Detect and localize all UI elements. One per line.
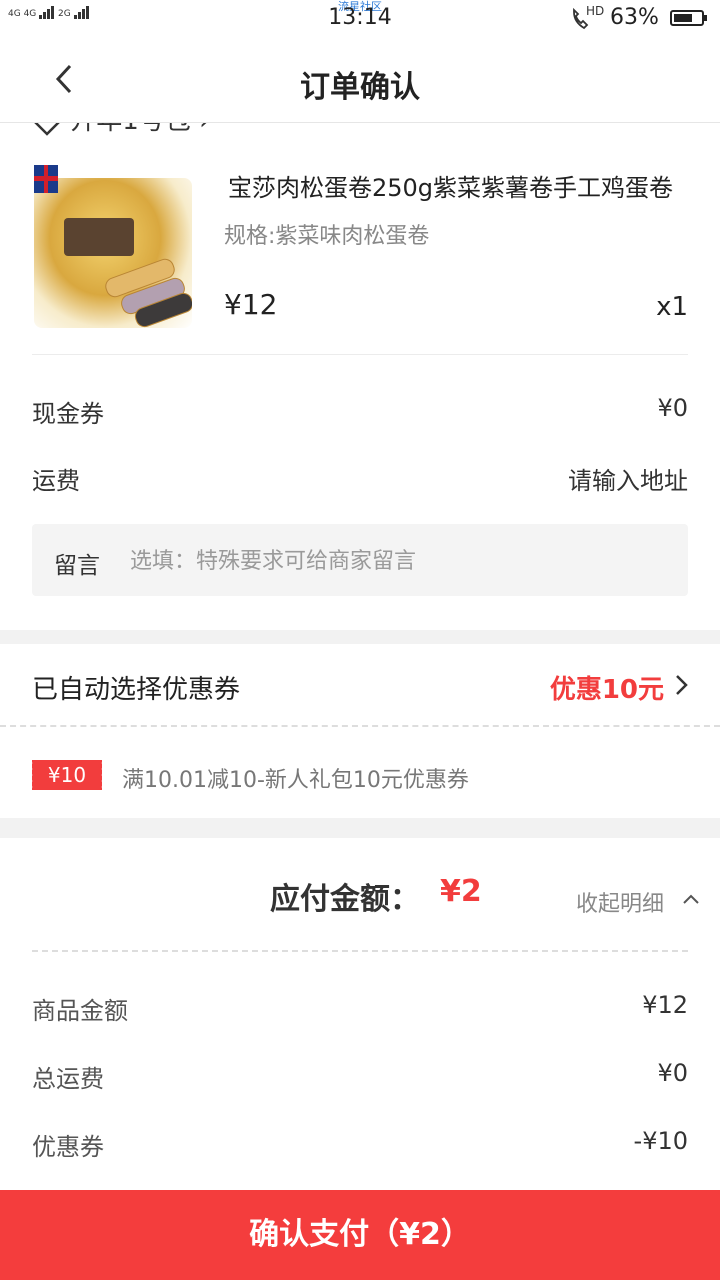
section-gap-2 bbox=[0, 818, 720, 838]
hd-label: HD bbox=[586, 4, 605, 18]
collapse-details-button[interactable]: 收起明细 bbox=[576, 886, 664, 918]
dashed-divider-2 bbox=[32, 950, 688, 952]
page-title: 订单确认 bbox=[300, 70, 420, 105]
section-gap bbox=[0, 630, 720, 644]
product-spec: 规格:紫菜味肉松蛋卷 bbox=[224, 224, 430, 249]
cash-coupon-label: 现金券 bbox=[32, 400, 104, 428]
hd-call-icon: HD bbox=[570, 4, 606, 32]
amount-due-label: 应付金额： bbox=[270, 882, 420, 917]
shipping-value[interactable]: 请输入地址 bbox=[568, 461, 688, 496]
product-image[interactable] bbox=[34, 178, 192, 328]
coupon-description: 满10.01减10-新人礼包10元优惠券 bbox=[122, 768, 469, 793]
product-price: ¥12 bbox=[224, 288, 278, 321]
coupon-label: 已自动选择优惠券 bbox=[32, 675, 241, 705]
coupon-deduction-value: -¥10 bbox=[633, 1127, 688, 1155]
message-box: 留言 bbox=[32, 524, 688, 596]
goods-amount-value: ¥12 bbox=[642, 991, 688, 1019]
chevron-up-icon[interactable] bbox=[682, 892, 700, 906]
total-shipping-value: ¥0 bbox=[657, 1059, 688, 1087]
coupon-deduction-label: 优惠券 bbox=[32, 1133, 104, 1161]
brand-flag-icon bbox=[34, 165, 58, 193]
navigation-bar: 订单确认 bbox=[0, 40, 720, 123]
divider bbox=[32, 354, 688, 355]
battery-icon bbox=[670, 10, 707, 26]
coupon-selector[interactable]: 已自动选择优惠券 优惠10元 bbox=[0, 645, 720, 725]
shipping-label: 运费 bbox=[32, 467, 80, 495]
message-label: 留言 bbox=[54, 553, 100, 579]
product-name[interactable]: 宝莎肉松蛋卷250g紫菜紫薯卷手工鸡蛋卷 bbox=[228, 168, 678, 203]
product-quantity: x1 bbox=[656, 292, 688, 322]
amount-due-value: ¥2 bbox=[440, 874, 482, 909]
chevron-right-icon bbox=[676, 675, 688, 695]
coupon-discount: 优惠10元 bbox=[549, 675, 664, 705]
goods-amount-label: 商品金额 bbox=[32, 997, 128, 1025]
status-bar: 4G 4G 2G 流星社区 13:14 HD 63% bbox=[0, 0, 720, 40]
cash-coupon-value[interactable]: ¥0 bbox=[657, 394, 688, 422]
battery-percent: 63% bbox=[610, 5, 659, 30]
dashed-divider bbox=[0, 725, 720, 727]
total-shipping-label: 总运费 bbox=[32, 1065, 104, 1093]
coupon-tag: ¥10 bbox=[30, 760, 104, 790]
confirm-payment-button[interactable]: 确认支付（¥2） bbox=[0, 1190, 720, 1280]
message-input[interactable] bbox=[128, 540, 652, 582]
